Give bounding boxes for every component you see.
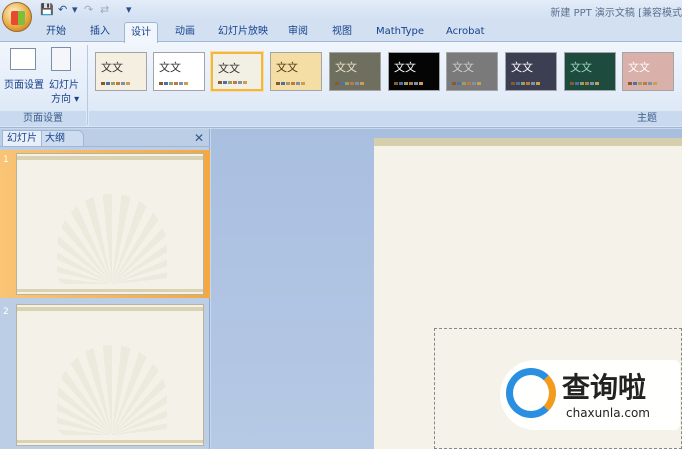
theme-sample-text: 文文: [335, 61, 357, 74]
theme-color-swatches: [101, 82, 130, 85]
tab-slideshow[interactable]: 幻灯片放映: [212, 22, 274, 42]
theme-sample-text: 文文: [394, 61, 416, 74]
tab-mathtype[interactable]: MathType: [370, 22, 430, 42]
slide-orientation-button[interactable]: 幻灯片: [49, 76, 79, 91]
tab-slides[interactable]: 幻灯片: [2, 130, 42, 146]
tab-animation[interactable]: 动画: [169, 22, 201, 42]
theme-sample-text: 文文: [218, 62, 240, 75]
theme-color-swatches: [511, 82, 540, 85]
theme-color-swatches: [335, 82, 364, 85]
theme-sample-text: 文文: [628, 61, 650, 74]
close-panel-icon[interactable]: ✕: [194, 131, 204, 145]
theme-thumbnail[interactable]: 文文: [270, 52, 322, 91]
theme-color-swatches: [628, 82, 657, 85]
slide-orientation-icon: [51, 47, 71, 71]
theme-color-swatches: [452, 82, 481, 85]
window-title: 新建 PPT 演示文稿 [兼容模式: [550, 8, 682, 19]
theme-color-swatches: [276, 82, 305, 85]
theme-color-swatches: [570, 82, 599, 85]
customize-toolbar-icon[interactable]: ▾: [126, 3, 132, 16]
undo-icon[interactable]: ↶: [58, 3, 67, 16]
theme-thumbnail[interactable]: 文文: [505, 52, 557, 91]
theme-sample-text: 文文: [276, 61, 298, 74]
theme-sample-text: 文文: [570, 61, 592, 74]
theme-thumbnail[interactable]: 文文: [329, 52, 381, 91]
tab-review[interactable]: 审阅: [282, 22, 314, 42]
tab-acrobat[interactable]: Acrobat: [440, 22, 491, 42]
tab-view[interactable]: 视图: [326, 22, 358, 42]
slide-number: 2: [3, 307, 9, 317]
slide-number: 1: [3, 155, 9, 165]
undo-dropdown-icon[interactable]: ▾: [72, 3, 78, 16]
save-icon[interactable]: 💾: [40, 3, 54, 16]
group-label-themes: 主题: [89, 111, 682, 126]
office-button[interactable]: [2, 2, 32, 32]
slide-orientation-dropdown[interactable]: 方向 ▾: [51, 90, 79, 105]
fan-image: [57, 194, 167, 284]
theme-sample-text: 文文: [511, 61, 533, 74]
theme-thumbnail[interactable]: 文文: [95, 52, 147, 91]
theme-thumbnail[interactable]: 文文: [388, 52, 440, 91]
tab-design[interactable]: 设计: [124, 22, 158, 43]
theme-thumbnail[interactable]: 文文: [564, 52, 616, 91]
page-setup-icon: [10, 48, 36, 70]
theme-thumbnail[interactable]: 文文: [153, 52, 205, 91]
page-setup-button[interactable]: 页面设置: [4, 76, 44, 91]
group-label-page-setup: 页面设置: [0, 111, 86, 126]
tab-home[interactable]: 开始: [40, 22, 72, 42]
theme-color-swatches: [218, 81, 247, 84]
theme-color-swatches: [394, 82, 423, 85]
slide-thumbnail-2[interactable]: 2: [0, 302, 210, 449]
theme-thumbnail[interactable]: 文文: [446, 52, 498, 91]
office-logo-icon: [11, 11, 25, 25]
theme-thumbnail[interactable]: 文文: [622, 52, 674, 91]
theme-sample-text: 文文: [452, 61, 474, 74]
fan-image: [57, 345, 167, 435]
group-separator: [87, 45, 88, 125]
repeat-icon[interactable]: ⇄: [100, 3, 109, 16]
theme-thumbnail[interactable]: 文文: [211, 52, 263, 91]
watermark-logo-icon: [506, 368, 556, 418]
theme-sample-text: 文文: [159, 61, 181, 74]
tab-insert[interactable]: 插入: [84, 22, 116, 42]
watermark-url: chaxunla.com: [566, 406, 650, 420]
watermark: 查询啦 chaxunla.com: [500, 360, 680, 430]
theme-sample-text: 文文: [101, 61, 123, 74]
tab-outline[interactable]: 大纲: [40, 130, 84, 146]
watermark-brand: 查询啦: [562, 371, 647, 404]
redo-icon[interactable]: ↷: [84, 3, 93, 16]
slide-thumbnail-1[interactable]: 1: [0, 150, 210, 298]
theme-color-swatches: [159, 82, 188, 85]
